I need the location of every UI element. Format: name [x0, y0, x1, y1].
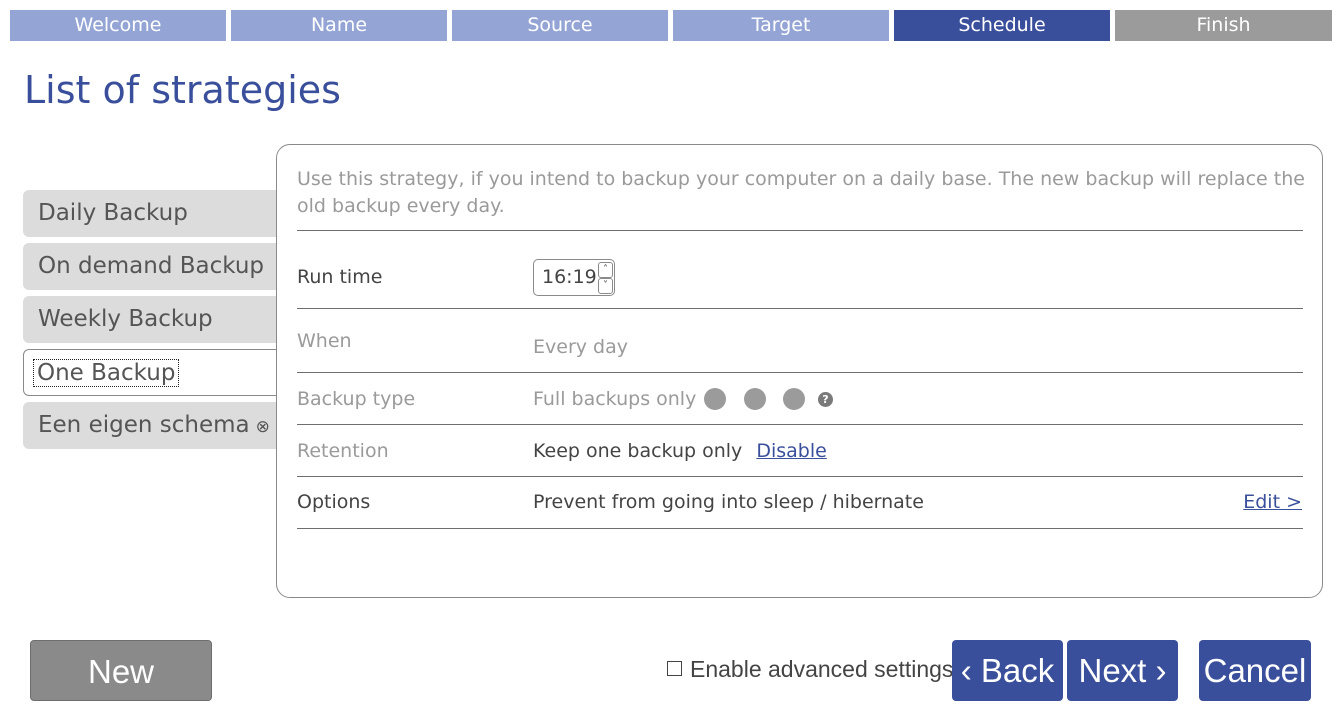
- divider: [297, 372, 1303, 373]
- run-time-label: Run time: [297, 266, 383, 288]
- strategy-item-one-backup[interactable]: One Backup: [23, 349, 279, 396]
- strategy-description: Use this strategy, if you intend to back…: [297, 168, 1305, 217]
- step-welcome: Welcome: [10, 10, 226, 41]
- strategy-label: Daily Backup: [38, 200, 188, 226]
- divider: [297, 308, 1303, 309]
- when-label: When: [297, 330, 352, 352]
- strategy-item-daily-backup[interactable]: Daily Backup: [23, 190, 279, 237]
- strategy-item-weekly-backup[interactable]: Weekly Backup: [23, 296, 279, 343]
- options-label: Options: [297, 491, 371, 513]
- step-schedule: Schedule: [894, 10, 1110, 41]
- options-value: Prevent from going into sleep / hibernat…: [533, 491, 924, 513]
- checkbox-icon[interactable]: [667, 661, 682, 676]
- chevron-up-icon[interactable]: ˄: [598, 262, 613, 278]
- retention-label: Retention: [297, 440, 389, 462]
- page-title: List of strategies: [24, 68, 341, 112]
- next-button[interactable]: Next ›: [1067, 640, 1178, 701]
- divider: [297, 476, 1303, 477]
- strategy-label: Weekly Backup: [38, 306, 213, 332]
- when-value: Every day: [533, 336, 628, 358]
- strategy-item-custom-schedule[interactable]: Een eigen schema ⊗: [23, 402, 279, 449]
- advanced-settings-checkbox[interactable]: Enable advanced settings: [667, 656, 953, 683]
- backup-type-value: Full backups only: [533, 388, 697, 410]
- step-finish: Finish: [1115, 10, 1332, 41]
- step-target: Target: [673, 10, 889, 41]
- new-strategy-button[interactable]: New strategy: [30, 640, 212, 715]
- edit-options-link[interactable]: Edit >: [1243, 491, 1302, 513]
- strategy-details-panel: Use this strategy, if you intend to back…: [276, 144, 1323, 598]
- divider: [297, 424, 1303, 425]
- remove-icon[interactable]: ⊗: [256, 417, 270, 437]
- divider: [297, 528, 1303, 529]
- wizard-steps: Welcome Name Source Target Schedule Fini…: [10, 10, 1332, 41]
- help-icon[interactable]: ?: [818, 392, 833, 407]
- chevron-down-icon[interactable]: ˅: [598, 278, 613, 294]
- strategy-item-on-demand-backup[interactable]: On demand Backup: [23, 243, 279, 290]
- backup-type-dot: [783, 388, 805, 410]
- step-name: Name: [231, 10, 447, 41]
- backup-type-dot: [704, 388, 726, 410]
- advanced-settings-label: Enable advanced settings: [690, 656, 954, 682]
- retention-value: Keep one backup only Disable: [533, 440, 827, 462]
- divider: [297, 230, 1303, 231]
- step-source: Source: [452, 10, 668, 41]
- strategy-label: On demand Backup: [38, 253, 265, 279]
- disable-link[interactable]: Disable: [756, 440, 826, 462]
- back-button[interactable]: ‹ Back: [952, 640, 1063, 701]
- run-time-value: 16:19: [542, 266, 597, 288]
- run-time-input[interactable]: 16:19 ˄ ˅: [533, 259, 615, 296]
- retention-text: Keep one backup only: [533, 440, 743, 462]
- strategy-label: One Backup: [32, 359, 180, 387]
- cancel-button[interactable]: Cancel: [1199, 640, 1311, 701]
- backup-type-label: Backup type: [297, 388, 416, 410]
- backup-type-dot: [744, 388, 766, 410]
- strategy-label: Een eigen schema: [38, 412, 250, 438]
